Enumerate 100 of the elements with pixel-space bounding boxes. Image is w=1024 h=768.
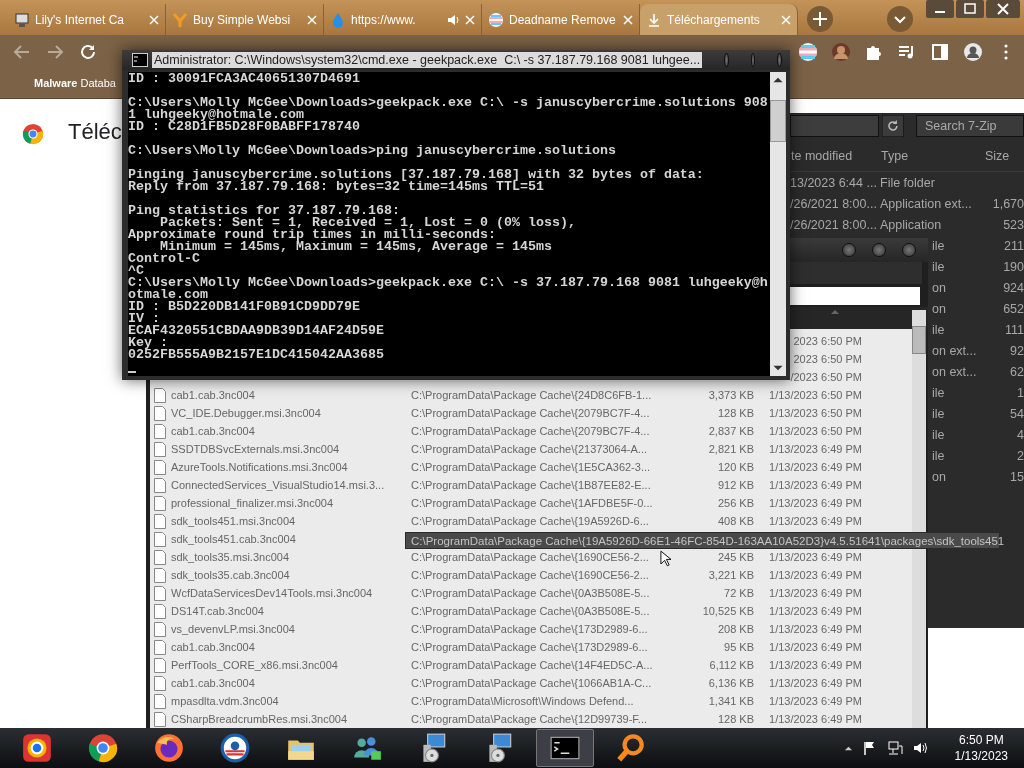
file-name[interactable]: ConnectedServices_VisualStudio14.msi.3... (171, 479, 385, 491)
computer-icon (14, 11, 30, 28)
file-name[interactable]: cab1.cab.3nc004 (171, 677, 255, 689)
close-icon[interactable] (623, 14, 633, 25)
new-tab-button[interactable] (806, 5, 834, 33)
console-icon (132, 53, 148, 67)
tab-title: Lily's Internet Ca (35, 12, 125, 27)
date-cell-text: 1/13/2023 6:49 PM (768, 461, 862, 473)
type-cell-text: ile (932, 448, 946, 463)
close-icon[interactable] (465, 14, 475, 25)
profile-icon[interactable] (963, 41, 983, 62)
file-name[interactable]: sdk_tools35.msi.3nc004 (171, 551, 289, 563)
speaker-icon[interactable] (911, 740, 928, 756)
close-button[interactable] (986, 0, 1020, 18)
console-line: ID : C28D1FB5D28F0BABFF178740 (128, 121, 360, 133)
file-icon (154, 495, 166, 511)
type-cell-text: Application ext... (880, 196, 973, 211)
scroll-thumb[interactable] (912, 326, 926, 354)
window-button[interactable] (777, 53, 782, 67)
column-heading[interactable]: Size (985, 149, 1010, 163)
window-title: Administrator: C:\Windows\system32\cmd.exe - geekpack.exe C:\ -s 37.187.79.168 9081 luhgee... (152, 52, 703, 68)
file-name[interactable]: WcfDataServicesDev14Tools.msi.3nc004 (171, 587, 373, 599)
close-icon[interactable] (149, 14, 159, 25)
file-name[interactable]: sdk_tools451.cab.3nc004 (171, 533, 296, 545)
file-icon (154, 639, 166, 655)
path-cell: C:\ProgramData\Package Cache\{21373064-A... (411, 443, 648, 455)
size-cell-text: 54 (1009, 406, 1024, 421)
file-name[interactable]: DS14T.cab.3nc004 (171, 605, 264, 617)
emblem-icon (219, 732, 251, 764)
type-cell-text: on (932, 469, 947, 484)
scrollbar[interactable] (770, 72, 786, 376)
size-cell-text: 3,221 KB (707, 569, 754, 581)
file-name[interactable]: mpasdlta.vdm.3nc004 (171, 695, 279, 707)
path-cell: C:\ProgramData\Package Cache\{1066AB1A-C... (411, 677, 652, 689)
path-field[interactable] (790, 287, 920, 305)
size-cell-text: 652 (1002, 301, 1024, 316)
path-cell: C:\ProgramData\Package Cache\{24D8C6FB-1... (411, 389, 652, 401)
maximize-button[interactable] (956, 0, 984, 18)
fork-icon (172, 11, 188, 28)
size-cell-text: 2,821 KB (707, 443, 754, 455)
console-line: Pinging januscybercrime.solutions [37.187.79.168] with 32 bytes of data: (128, 169, 704, 181)
size-cell-text: 6,112 KB (708, 659, 754, 671)
tab-list-button[interactable] (886, 5, 914, 33)
file-icon (154, 405, 166, 421)
window-button[interactable] (724, 53, 729, 67)
file-name[interactable]: cab1.cab.3nc004 (171, 641, 255, 653)
sort-icon[interactable] (830, 309, 840, 315)
file-icon (154, 621, 166, 637)
minimize-button[interactable] (926, 0, 954, 18)
column-heading[interactable]: te modified (790, 149, 881, 163)
window-button[interactable] (902, 243, 916, 257)
network-icon[interactable] (886, 740, 903, 756)
path-cell: C:\ProgramData\Package Cache\{2079BC7F-4... (411, 407, 650, 419)
file-icon (154, 675, 166, 691)
file-name[interactable]: AzureTools.Notifications.msi.3nc004 (171, 461, 348, 473)
close-icon[interactable] (307, 14, 317, 25)
avatar-icon[interactable] (831, 41, 851, 62)
console-line: Ping statistics for 37.187.79.168: (128, 205, 400, 217)
bookmark-link[interactable]: Malware Databa (34, 77, 116, 89)
scroll-thumb[interactable] (770, 100, 786, 142)
file-icon (154, 567, 166, 583)
size-cell-text: 62 (1009, 364, 1024, 379)
window-button[interactable] (872, 243, 886, 257)
search-field[interactable]: Search 7-Zip (916, 115, 1024, 137)
file-name[interactable]: PerfTools_CORE_x86.msi.3nc004 (171, 659, 338, 671)
size-cell-text: 95 KB (723, 641, 754, 653)
sidebar-icon[interactable] (930, 41, 950, 62)
type-cell-text: ile (932, 238, 946, 253)
file-name[interactable]: VC_IDE.Debugger.msi.3nc004 (171, 407, 321, 419)
file-name[interactable]: cab1.cab.3nc004 (171, 389, 255, 401)
column-heading[interactable]: Type (881, 149, 985, 163)
file-icon (154, 549, 166, 565)
refresh-button[interactable] (882, 115, 904, 137)
file-name[interactable]: cab1.cab.3nc004 (171, 425, 255, 437)
size-cell-text: 924 (1002, 280, 1024, 295)
file-name[interactable]: SSDTDBSvcExternals.msi.3nc004 (171, 443, 340, 455)
path-cell: C:\ProgramData\Package Cache\{173D2989-6... (411, 641, 648, 653)
text-cursor (128, 371, 136, 373)
window-button[interactable] (750, 53, 756, 67)
taskbar-button[interactable] (536, 729, 594, 767)
path-cell: C:\ProgramData\Package Cache\{1AFDBE5F-0... (411, 497, 653, 509)
file-name[interactable]: vs_devenvLP.msi.3nc004 (171, 623, 295, 635)
file-name[interactable]: professional_finalizer.msi.3nc004 (171, 497, 334, 509)
type-cell-text: ile (932, 427, 946, 442)
file-name[interactable]: CSharpBreadcrumbRes.msi.3nc004 (171, 713, 348, 725)
size-cell-text: 245 KB (716, 551, 754, 563)
size-cell-text: 211 (1003, 238, 1024, 253)
path-cell: C:\ProgramData\Package Cache\{1690CE56-2... (411, 551, 649, 563)
address-field[interactable] (790, 115, 880, 137)
chrome-logo-icon (22, 123, 44, 145)
size-cell-text: 523 (1002, 217, 1024, 232)
file-name[interactable]: sdk_tools35.cab.3nc004 (171, 569, 290, 581)
window-button[interactable] (842, 243, 856, 257)
flag-icon[interactable] (798, 41, 818, 62)
drop-icon (330, 11, 346, 28)
clock[interactable]: 6:50 PM 1/13/2023 (954, 732, 1008, 764)
path-cell: C:\ProgramData\Package Cache\{14F4ED5C-A... (411, 659, 653, 671)
tab-title: Deadname Remove (509, 12, 617, 27)
file-name[interactable]: sdk_tools451.msi.3nc004 (171, 515, 296, 527)
tab-title: Téléchargements (667, 12, 761, 27)
